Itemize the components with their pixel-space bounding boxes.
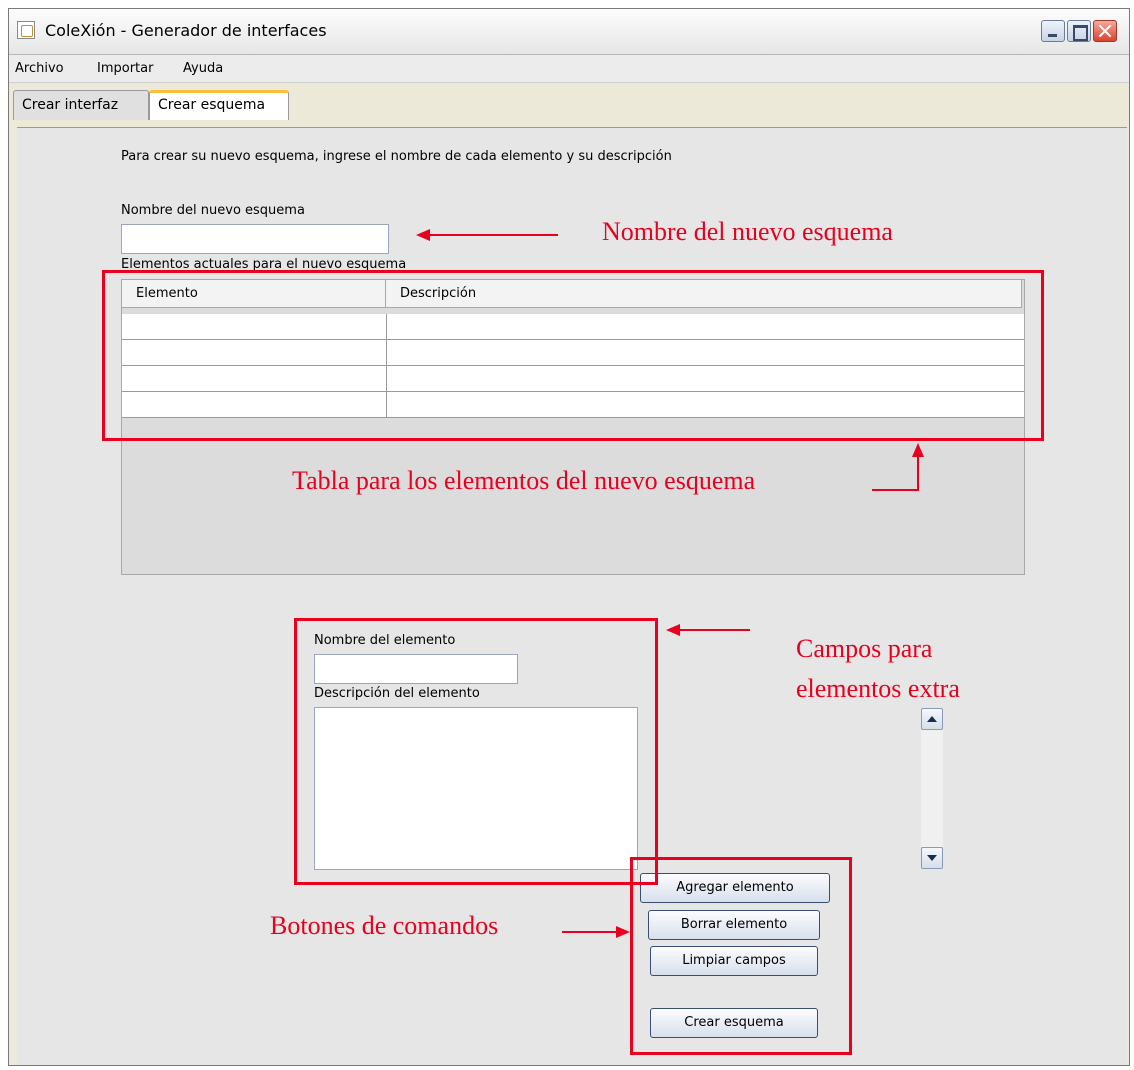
annotation-table-box [102, 270, 1044, 441]
tab-strip: Crear interfaz Crear esquema [9, 83, 1129, 127]
annotation-fields-line2: elementos extra [796, 674, 960, 703]
instruction-text: Para crear su nuevo esquema, ingrese el … [121, 149, 672, 164]
scrollbar-track[interactable] [921, 730, 943, 847]
tab-crear-esquema[interactable]: Crear esquema [149, 90, 289, 120]
annotation-arrow-head [616, 926, 630, 938]
maximize-button[interactable] [1067, 20, 1091, 42]
scroll-up-arrow-icon[interactable] [921, 708, 943, 730]
annotation-fields-line1: Campos para [796, 634, 933, 663]
table-label: Elementos actuales para el nuevo esquema [121, 257, 407, 270]
menu-importar[interactable]: Importar [97, 61, 153, 76]
minimize-button[interactable] [1041, 20, 1065, 42]
menu-bar: Archivo Importar Ayuda [9, 55, 1129, 83]
title-bar: ColeXión - Generador de interfaces [9, 9, 1129, 55]
window-title: ColeXión - Generador de interfaces [45, 21, 327, 40]
close-button[interactable] [1093, 20, 1117, 42]
schema-name-input[interactable] [121, 224, 389, 254]
annotation-fields-box [294, 618, 658, 885]
annotation-schema-name: Nombre del nuevo esquema [602, 217, 893, 246]
menu-ayuda[interactable]: Ayuda [183, 61, 223, 76]
annotation-arrow-line [678, 629, 750, 631]
annotation-table: Tabla para los elementos del nuevo esque… [292, 466, 756, 495]
annotation-arrow-head [912, 443, 924, 457]
annotation-buttons-box [630, 857, 852, 1055]
annotation-arrow-line [428, 234, 558, 236]
annotation-arrow-line [872, 489, 918, 491]
scroll-down-arrow-icon[interactable] [921, 847, 943, 869]
annotation-arrow-line [562, 931, 620, 933]
annotation-arrow-line [917, 456, 919, 491]
schema-name-label: Nombre del nuevo esquema [121, 203, 305, 218]
java-app-icon [17, 21, 35, 39]
tab-crear-interfaz[interactable]: Crear interfaz [13, 90, 149, 120]
annotation-commands: Botones de comandos [270, 911, 499, 940]
menu-archivo[interactable]: Archivo [15, 61, 64, 76]
